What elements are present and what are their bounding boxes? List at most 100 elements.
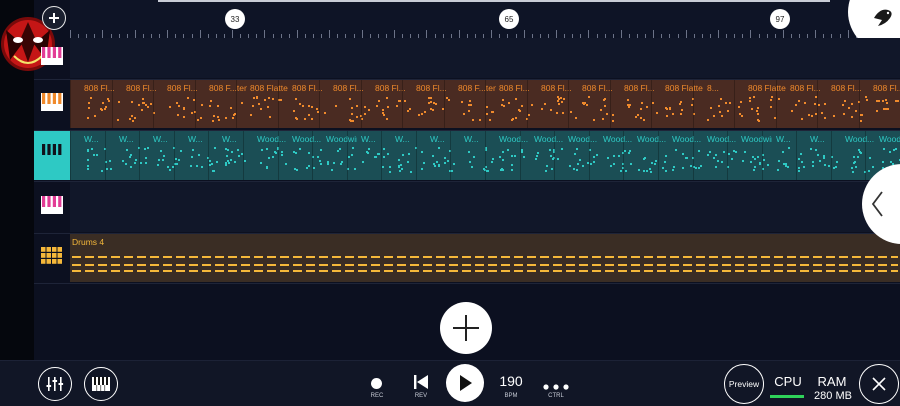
note <box>720 98 723 101</box>
clip-boundary <box>485 131 486 180</box>
note <box>103 107 106 110</box>
note <box>352 119 355 122</box>
play-button[interactable] <box>446 364 484 402</box>
note <box>430 101 433 104</box>
track-lane-1[interactable] <box>70 38 900 78</box>
track-lane-2[interactable]: 808 Fl...808 Fl...808 Fl...808 F...tened… <box>70 80 900 128</box>
track-header-5[interactable] <box>34 234 70 282</box>
note <box>266 166 269 169</box>
track-lane-5[interactable]: Drums 4 <box>70 234 900 282</box>
bar-marker-97[interactable]: 97 <box>770 9 790 29</box>
note <box>713 156 716 159</box>
note <box>420 113 423 116</box>
record-button[interactable] <box>371 378 382 389</box>
note <box>749 160 752 163</box>
clip-label: Woodwin...ction <box>741 134 772 144</box>
loop-range-bar[interactable] <box>158 0 830 2</box>
note <box>211 169 214 172</box>
note <box>396 105 399 108</box>
note <box>511 119 514 122</box>
note <box>753 169 756 172</box>
track-header-4[interactable] <box>34 182 70 232</box>
bar-marker-65[interactable]: 65 <box>499 9 519 29</box>
note <box>851 170 854 173</box>
note <box>227 148 230 151</box>
drum-hit-row <box>72 256 898 258</box>
rewind-button[interactable] <box>414 375 428 394</box>
note <box>514 116 517 119</box>
clip-boundary <box>416 131 417 180</box>
note <box>157 163 160 166</box>
note <box>507 101 510 104</box>
close-button[interactable] <box>859 364 899 404</box>
clip-boundary <box>174 131 175 180</box>
note <box>334 104 337 107</box>
more-options-button[interactable] <box>543 377 569 390</box>
note <box>195 164 198 167</box>
note <box>818 104 821 107</box>
note <box>787 147 790 150</box>
note <box>844 99 847 102</box>
note <box>428 101 431 104</box>
play-icon <box>460 375 472 391</box>
note <box>810 114 813 117</box>
clip-boundary <box>658 131 659 180</box>
preview-button[interactable]: Preview <box>724 364 764 404</box>
track-header-3[interactable] <box>34 131 70 180</box>
note <box>887 108 890 111</box>
note <box>117 119 120 122</box>
note <box>141 98 144 101</box>
note <box>629 162 632 165</box>
note <box>558 103 561 106</box>
note <box>320 148 323 151</box>
note <box>268 157 271 160</box>
track-lane-3[interactable]: W... W... W... W... W... Wood... Wood... Woodwi… <box>70 131 900 180</box>
note <box>128 156 131 159</box>
note <box>754 157 757 160</box>
note <box>272 98 275 101</box>
note <box>252 96 255 99</box>
note <box>638 168 641 171</box>
note <box>740 101 743 104</box>
note <box>433 162 436 165</box>
track-header-2[interactable] <box>34 80 70 128</box>
note <box>810 148 813 151</box>
note <box>94 114 97 117</box>
track-header-1[interactable] <box>34 38 70 78</box>
timeline-ruler[interactable]: 33 65 97 <box>70 0 900 39</box>
note <box>471 166 474 169</box>
add-track-button[interactable] <box>440 302 492 354</box>
note <box>145 161 148 164</box>
close-icon <box>872 377 886 391</box>
clip-label: Wood... <box>499 134 529 144</box>
note <box>224 164 227 167</box>
note <box>348 155 351 158</box>
piano-button[interactable] <box>84 367 118 401</box>
clip-label: W... <box>395 134 410 144</box>
note <box>596 153 599 156</box>
note <box>867 169 870 172</box>
clip-label: Wood... <box>257 134 287 144</box>
note <box>91 148 94 151</box>
note <box>159 149 162 152</box>
note <box>681 152 684 155</box>
mixer-button[interactable] <box>38 367 72 401</box>
menu-icon[interactable] <box>42 6 66 30</box>
note <box>400 163 403 166</box>
note <box>836 160 839 163</box>
note <box>424 111 427 114</box>
track-lane-4[interactable] <box>70 182 900 232</box>
note <box>307 165 310 168</box>
note <box>461 101 464 104</box>
note <box>383 113 386 116</box>
note <box>269 115 272 118</box>
note <box>734 150 737 153</box>
clip-boundary <box>859 80 860 128</box>
note <box>576 162 579 165</box>
bar-marker-33[interactable]: 33 <box>225 9 245 29</box>
note <box>307 152 310 155</box>
track-divider <box>34 130 900 131</box>
clip-boundary <box>402 80 403 128</box>
bpm-value[interactable]: 190 <box>493 373 529 389</box>
note <box>420 151 423 154</box>
